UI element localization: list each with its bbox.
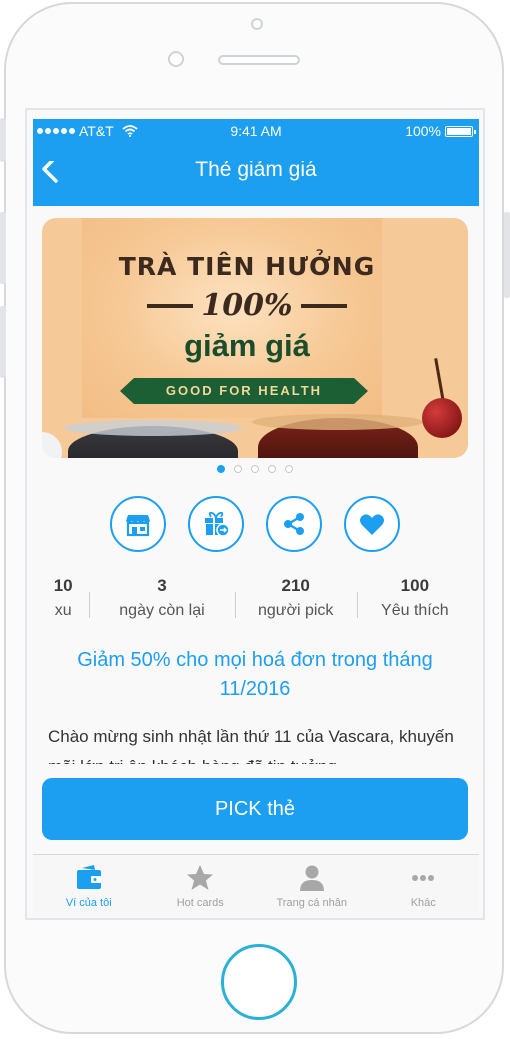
cup-partial bbox=[42, 432, 62, 458]
front-sensor bbox=[168, 51, 184, 67]
offer-title: Giảm 50% cho mọi hoá đơn trong tháng 11/… bbox=[77, 649, 433, 700]
volume-up-button bbox=[0, 212, 6, 284]
volume-down-button bbox=[0, 306, 6, 378]
promo-banner-image[interactable]: TRÀ TIÊN HƯỞNG 100% giảm giá GOOD FOR HE… bbox=[42, 218, 468, 458]
earpiece-speaker bbox=[218, 55, 300, 65]
status-bar: AT&T 9:41 AM 100% bbox=[33, 119, 479, 161]
camera bbox=[251, 18, 263, 30]
tab-bar: Ví của tôi Hot cards Trang cá nhân Khác bbox=[33, 854, 480, 918]
battery-percent: 100% bbox=[405, 123, 441, 139]
tab-wallet[interactable]: Ví của tôi bbox=[33, 855, 145, 918]
stat-coins: 10 xu bbox=[53, 576, 73, 619]
gift-icon bbox=[205, 511, 230, 537]
banner-ribbon: GOOD FOR HEALTH bbox=[120, 378, 368, 404]
page-title: Thẻ giảm giá bbox=[195, 158, 317, 181]
cherry bbox=[422, 398, 462, 438]
page-dot-active[interactable] bbox=[217, 465, 225, 473]
black-jelly-cup bbox=[64, 420, 242, 458]
battery-icon bbox=[445, 125, 476, 137]
tab-hot-cards[interactable]: Hot cards bbox=[145, 855, 257, 918]
page-dot[interactable] bbox=[234, 465, 242, 473]
stat-picks: 210 người pick bbox=[234, 576, 357, 620]
person-icon bbox=[299, 865, 324, 891]
tab-profile[interactable]: Trang cá nhân bbox=[256, 855, 368, 918]
store-icon bbox=[126, 515, 150, 537]
power-button bbox=[504, 212, 510, 298]
app-screen: Thẻ giảm giá AT&T 9:41 AM 100% TRÀ TIÊN … bbox=[25, 108, 485, 920]
pick-card-button[interactable]: PICK thẻ bbox=[42, 778, 468, 840]
card-stats: 10 xu 3 ngày còn lại 210 người pick 100 … bbox=[37, 576, 473, 620]
action-buttons bbox=[27, 496, 483, 552]
page-dot[interactable] bbox=[285, 465, 293, 473]
heart-icon bbox=[360, 514, 384, 535]
mute-switch bbox=[0, 118, 6, 162]
share-icon bbox=[284, 513, 304, 535]
gift-button[interactable] bbox=[188, 496, 244, 552]
banner-percent: 100% bbox=[201, 288, 293, 323]
more-icon bbox=[412, 875, 435, 881]
share-button[interactable] bbox=[266, 496, 322, 552]
page-dot[interactable] bbox=[268, 465, 276, 473]
stat-favorites: 100 Yêu thích bbox=[356, 576, 473, 620]
banner-headline: TRÀ TIÊN HƯỞNG bbox=[118, 252, 376, 281]
home-button[interactable] bbox=[221, 944, 297, 1020]
cherry-stem bbox=[434, 358, 445, 402]
carousel-pagination[interactable] bbox=[27, 465, 483, 473]
offer-description: Chào mừng sinh nhật lần thứ 11 của Vasca… bbox=[48, 727, 454, 764]
page-dot[interactable] bbox=[251, 465, 259, 473]
red-bean-cup bbox=[252, 414, 424, 458]
stat-days-left: 3 ngày còn lại bbox=[89, 576, 234, 620]
tab-more[interactable]: Khác bbox=[368, 855, 480, 918]
favorite-button[interactable] bbox=[344, 496, 400, 552]
star-icon bbox=[187, 865, 214, 890]
banner-discount-text: giảm giá bbox=[184, 328, 310, 363]
wallet-icon bbox=[76, 865, 101, 889]
store-button[interactable] bbox=[110, 496, 166, 552]
